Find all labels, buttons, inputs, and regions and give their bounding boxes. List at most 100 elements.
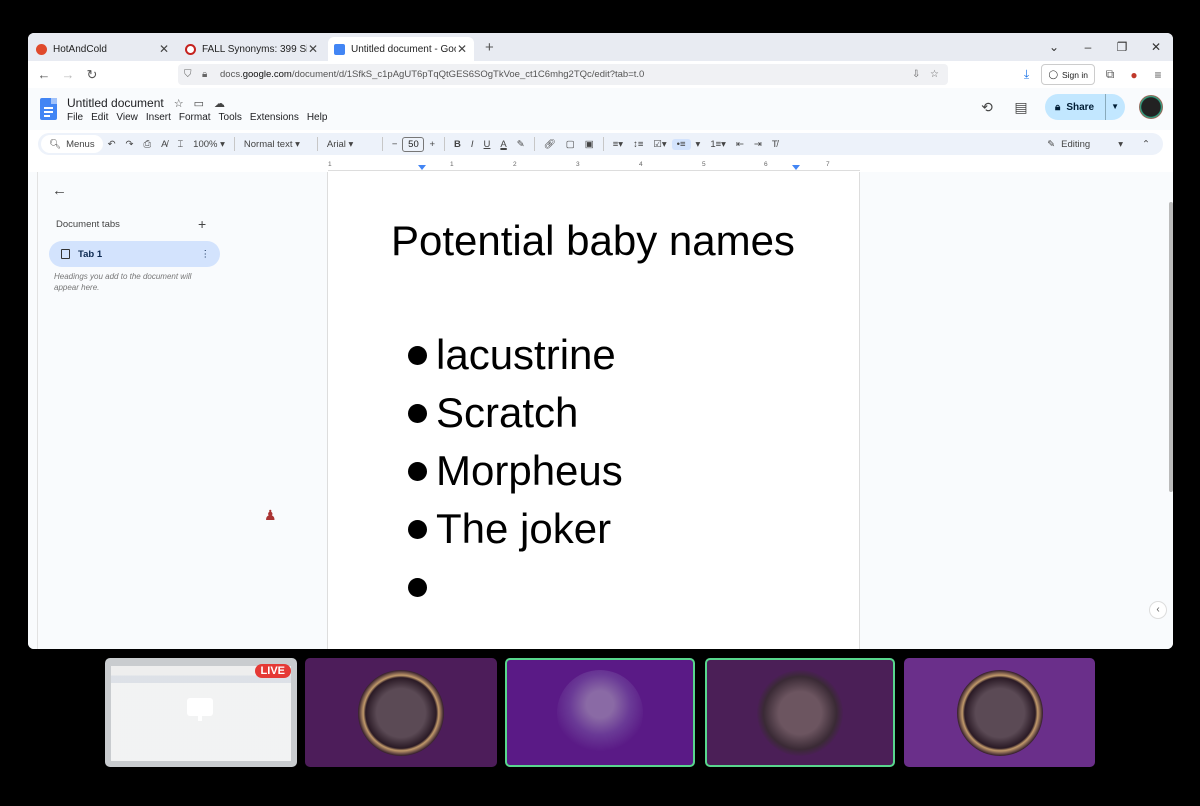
bullet-options-icon[interactable]: ▾ [691,139,706,150]
increase-indent-icon[interactable]: ⇥ [749,139,767,150]
close-tab-icon[interactable]: ✕ [158,42,170,56]
participant-tile[interactable] [305,658,497,767]
close-tab-icon[interactable]: ✕ [307,42,319,56]
lock-icon[interactable]: 🔒︎ [202,69,216,80]
editing-mode-select[interactable]: ✎ Editing ▾ [1047,139,1123,150]
font-size-input[interactable]: 50 [402,136,425,152]
downloads-icon[interactable]: ⤓ [1017,67,1035,82]
close-window-button[interactable]: ✕ [1139,40,1173,54]
share-button[interactable]: 🔒︎ Share ▼ [1045,94,1125,120]
zoom-select[interactable]: 100% ▾ [188,139,230,150]
participant-tile-speaking[interactable] [705,658,895,767]
minimize-button[interactable]: – [1071,40,1105,54]
align-icon[interactable]: ≡▾ [608,139,628,150]
share-dropdown-icon[interactable]: ▼ [1105,94,1119,120]
add-tab-button[interactable]: + [198,216,206,232]
menu-view[interactable]: View [116,112,143,123]
list-item[interactable]: Scratch [408,384,623,442]
insert-link-icon[interactable]: 🔗︎ [539,139,561,150]
clear-formatting-icon[interactable]: T̸ [767,139,783,150]
extensions-icon[interactable]: ⧉ [1101,67,1119,82]
back-arrow-icon[interactable]: ← [52,182,67,199]
sign-in-button[interactable]: ◯ Sign in [1041,64,1095,85]
tracking-shield-icon[interactable]: ⛉ [184,69,198,80]
browser-tab-google-docs[interactable]: Untitled document - Google Docs ✕ [328,37,474,61]
increase-font-size-icon[interactable]: + [424,139,440,150]
document-title[interactable]: Untitled document [67,96,164,110]
right-indent-marker-icon[interactable] [792,165,800,170]
insert-image-icon[interactable]: ▣ [580,139,599,150]
document-tab-1[interactable]: Tab 1 ⋮ [49,241,220,267]
text-color-icon[interactable]: A [495,139,511,150]
ruler-number: 3 [576,161,580,168]
indent-marker-icon[interactable] [418,165,426,170]
spellcheck-icon[interactable]: A̸ [156,139,172,150]
horizontal-ruler[interactable]: 1 1 2 3 4 5 6 7 [328,161,860,171]
highlight-icon[interactable]: ✎ [512,139,530,150]
version-history-icon[interactable]: ⟲ [977,99,997,116]
menu-file[interactable]: File [67,112,88,123]
tab-title: Untitled document - Google Docs [351,43,456,55]
bold-icon[interactable]: B [449,139,466,150]
undo-icon[interactable]: ↶ [103,139,121,150]
menu-tools[interactable]: Tools [219,112,247,123]
document-page[interactable]: Potential baby names lacustrine Scratch … [327,172,860,649]
extension-avatar-icon[interactable]: ● [1125,68,1143,82]
cloud-saved-icon[interactable]: ☁ [214,97,225,110]
forward-arrow-icon[interactable]: → [56,67,80,82]
menu-icon[interactable]: ≡ [1149,68,1167,82]
menu-insert[interactable]: Insert [146,112,176,123]
redo-icon[interactable]: ↷ [121,139,139,150]
hide-menus-icon[interactable]: ⌃ [1137,139,1155,150]
decrease-indent-icon[interactable]: ⇤ [731,139,749,150]
document-heading[interactable]: Potential baby names [391,212,811,269]
list-item[interactable]: lacustrine [408,326,623,384]
search-menus-button[interactable]: 🔍︎ Menus [41,135,103,153]
vertical-scrollbar[interactable] [1169,202,1173,492]
show-side-panel-button[interactable]: ‹ [1149,601,1167,619]
more-options-icon[interactable]: ⋮ [201,249,211,260]
line-spacing-icon[interactable]: ↕≡ [628,139,648,150]
comments-icon[interactable]: ▤ [1011,99,1031,116]
italic-icon[interactable]: I [466,139,479,150]
address-bar[interactable]: ⛉ 🔒︎ docs.google.com/document/d/1SfkS_c1… [178,64,948,85]
docs-logo-icon[interactable] [40,98,57,120]
add-comment-icon[interactable]: ▢ [561,139,580,150]
new-tab-button[interactable]: + [477,37,502,61]
bookmark-star-icon[interactable]: ☆ [930,69,944,80]
vertical-ruler[interactable] [28,172,38,649]
print-icon[interactable]: ⎙ [139,139,157,150]
screen-share-tile[interactable]: LIVE [105,658,297,767]
account-icon: ◯ [1048,69,1058,79]
font-select[interactable]: Arial ▾ [322,139,378,150]
list-all-tabs-icon[interactable]: ⌄ [1037,40,1071,54]
list-item[interactable] [408,558,623,616]
bulleted-list-icon[interactable]: •≡ [671,138,691,150]
star-icon[interactable]: ☆ [174,97,184,110]
decrease-font-size-icon[interactable]: − [387,139,403,150]
participant-tile-speaking[interactable] [505,658,695,767]
close-tab-icon[interactable]: ✕ [456,42,468,56]
checklist-icon[interactable]: ☑▾ [648,139,671,150]
list-item-text: Morpheus [436,447,623,494]
back-arrow-icon[interactable]: ← [32,67,56,82]
menu-extensions[interactable]: Extensions [250,112,304,123]
menu-format[interactable]: Format [179,112,216,123]
header-actions: ⟲ ▤ 🔒︎ Share ▼ [977,94,1163,120]
browser-tab-hotandcold[interactable]: HotAndCold ✕ [30,37,176,61]
style-select[interactable]: Normal text ▾ [239,139,313,150]
list-item[interactable]: Morpheus [408,442,623,500]
maximize-button[interactable]: ❐ [1105,40,1139,54]
underline-icon[interactable]: U [479,139,496,150]
browser-tab-fall-synonyms[interactable]: FALL Synonyms: 399 Similar and O ✕ [179,37,325,61]
menu-edit[interactable]: Edit [91,112,113,123]
participant-tile[interactable] [904,658,1095,767]
account-avatar[interactable] [1139,95,1163,119]
install-app-icon[interactable]: ⇩ [912,69,926,80]
move-folder-icon[interactable]: ▭ [194,97,204,110]
numbered-list-icon[interactable]: 1≡▾ [705,139,731,150]
list-item[interactable]: The joker [408,500,623,558]
paint-format-icon[interactable]: ⌶ [172,139,188,150]
menu-help[interactable]: Help [307,112,333,123]
reload-icon[interactable]: ↻ [80,67,104,83]
